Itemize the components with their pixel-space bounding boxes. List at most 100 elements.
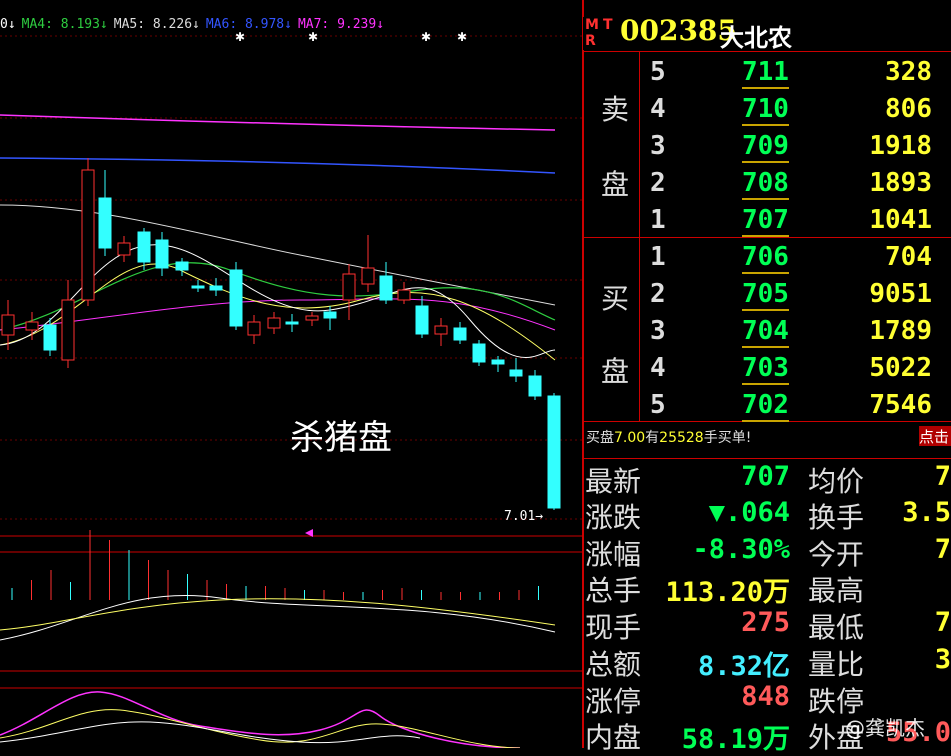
quote-label: 换手 <box>808 501 865 534</box>
quote-label: 最低 <box>808 611 865 644</box>
ma-legend-item: MA5: 8.226↓ <box>113 17 200 32</box>
candle-body <box>397 289 411 301</box>
candle-body <box>285 321 299 325</box>
order-volume: 5022 <box>869 353 932 383</box>
candle-body <box>247 321 261 336</box>
buy-row-3[interactable]: 3 704 1789 <box>650 314 950 351</box>
candle-body <box>267 317 281 329</box>
mtr-letter-r: R <box>585 33 596 49</box>
candle-body <box>155 239 169 269</box>
quote-value: -8.30% <box>692 534 790 565</box>
order-level: 4 <box>650 94 666 124</box>
sell-row-3[interactable]: 3 709 1918 <box>650 129 950 166</box>
divider <box>639 51 640 421</box>
candle-body <box>528 375 542 397</box>
buy-row-2[interactable]: 2 705 9051 <box>650 277 950 314</box>
candle-body <box>117 242 131 256</box>
candle-body <box>415 305 429 335</box>
buy-row-1[interactable]: 1 706 704 <box>650 240 950 277</box>
order-price: 710 <box>742 94 789 126</box>
candle-body <box>491 359 505 365</box>
msg-mid: 有 <box>645 430 660 446</box>
quote-value: 275 <box>741 607 790 638</box>
candle-body <box>305 315 319 321</box>
sell-row-4[interactable]: 4 710 806 <box>650 92 950 129</box>
buy-row-5[interactable]: 5 702 7546 <box>650 388 950 425</box>
order-price: 706 <box>742 242 789 274</box>
order-volume: 806 <box>885 94 932 124</box>
quote-value: 113.20万 <box>665 577 790 608</box>
msg-price: 7.00 <box>614 430 646 446</box>
ma-legend-item: MA4: 8.193↓ <box>21 17 108 32</box>
order-level: 2 <box>650 279 666 309</box>
quote-label: 最高 <box>808 574 865 607</box>
sell-row-2[interactable]: 2 708 1893 <box>650 166 950 203</box>
sell-row-5[interactable]: 5 711 328 <box>650 55 950 92</box>
order-volume: 1041 <box>869 205 932 235</box>
quote-value: 3.5 <box>902 497 951 528</box>
quote-value: 3 <box>934 644 951 675</box>
candle-body <box>43 324 57 351</box>
candle-body <box>81 169 95 301</box>
ma-legend-item: MA7: 9.239↓ <box>297 17 385 32</box>
quote-value: 7 <box>934 534 951 565</box>
candle-body <box>175 261 189 271</box>
order-price: 702 <box>742 390 789 422</box>
candle-body <box>25 321 39 331</box>
quote-value: 7 <box>934 607 951 638</box>
star-marker: ✱ <box>235 30 245 44</box>
click-button[interactable]: 点击 <box>919 426 951 446</box>
star-marker: ✱ <box>308 30 318 44</box>
sell-label-bottom: 盘 <box>601 168 630 201</box>
candle-body <box>61 299 75 361</box>
quote-value: ▼.064 <box>708 497 790 528</box>
kline-chart-area[interactable]: ✱ ✱ ✱ ✱ 0↓ MA4: 8.193↓ MA5: 8.226↓ MA6: 8.978↓… <box>0 0 582 748</box>
msg-suffix: 手买单! <box>703 430 752 446</box>
quote-label: 今开 <box>808 538 865 571</box>
candle-body <box>379 275 393 301</box>
quote-label: 量比 <box>808 648 865 681</box>
sell-row-1[interactable]: 1 707 1041 <box>650 203 950 240</box>
buy-label-bottom: 盘 <box>601 355 630 388</box>
star-marker: ✱ <box>421 30 431 44</box>
sell-label-top: 卖 <box>601 93 630 126</box>
order-price: 704 <box>742 316 789 348</box>
overlay-caption: 杀猪盘 <box>290 418 392 458</box>
candle-body <box>98 197 112 249</box>
quote-label: 均价 <box>808 465 865 498</box>
divider <box>583 458 951 459</box>
quote-value: 707 <box>741 461 790 492</box>
candle-body <box>434 325 448 335</box>
order-volume: 1893 <box>869 168 932 198</box>
order-level: 5 <box>650 390 666 420</box>
ma7-line <box>0 114 556 131</box>
candle-body <box>137 231 151 263</box>
watermark: @龚凯杰 <box>845 716 925 740</box>
candle-body <box>453 327 467 341</box>
order-level: 3 <box>650 316 666 346</box>
msg-count: 25528 <box>659 430 704 446</box>
mtr-letter-m: M <box>585 17 599 33</box>
order-level: 1 <box>650 242 666 272</box>
buy-row-4[interactable]: 4 703 5022 <box>650 351 950 388</box>
order-price: 708 <box>742 168 789 200</box>
order-volume: 9051 <box>869 279 932 309</box>
mtr-badge[interactable]: M T R <box>583 17 617 50</box>
quote-label: 涨跌 <box>585 501 642 534</box>
order-volume: 328 <box>885 57 932 87</box>
volume-ma-line <box>0 594 556 641</box>
quote-label: 内盘 <box>585 721 642 754</box>
order-price: 709 <box>742 131 789 163</box>
quote-value: 58.19万 <box>681 724 790 755</box>
kline-chart[interactable]: ✱ ✱ ✱ ✱ <box>0 0 582 748</box>
candle-body <box>509 369 523 377</box>
indicator-line-j <box>0 721 421 744</box>
order-price: 703 <box>742 353 789 385</box>
low-price-label: 7.01→ <box>504 509 544 524</box>
candle-body <box>342 273 356 301</box>
order-price: 707 <box>742 205 789 237</box>
candle-body <box>209 285 223 291</box>
ma-legend: 0↓ MA4: 8.193↓ MA5: 8.226↓ MA6: 8.978↓ MA7: … <box>0 17 390 32</box>
order-level: 2 <box>650 168 666 198</box>
candle-body <box>361 267 375 285</box>
